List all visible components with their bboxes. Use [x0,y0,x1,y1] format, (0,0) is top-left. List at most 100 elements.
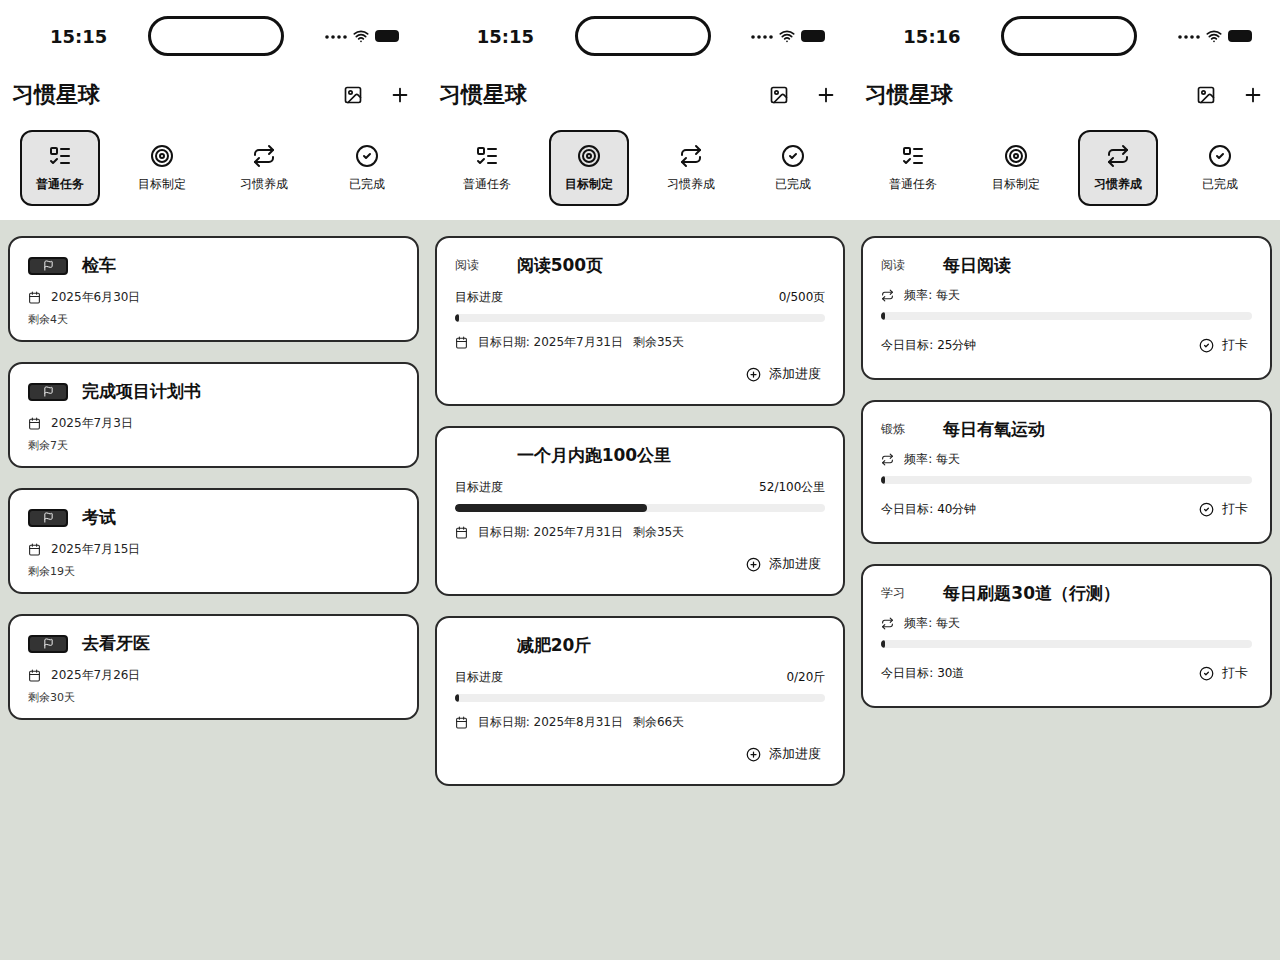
header-actions [769,84,837,106]
tab-icon [150,144,174,168]
tab[interactable]: 已完成 [753,130,833,206]
app-header: 习惯星球 [427,72,854,118]
tab[interactable]: 目标制定 [549,130,629,206]
goal-card[interactable]: 一个月内跑100公里目标进度52/100公里目标日期: 2025年7月31日剩余… [435,426,846,596]
goal-card[interactable]: 减肥20斤目标进度0/20斤目标日期: 2025年8月31日剩余66天添加进度 [435,616,846,786]
title-row: 学习每日刷题30道（行测） [881,582,1252,605]
remaining-days: 剩余35天 [633,334,684,351]
action-row: 添加进度 [455,743,826,765]
tab[interactable]: 已完成 [1180,130,1260,206]
top-area: 15:16习惯星球普通任务目标制定习惯养成已完成 [853,0,1280,220]
task-date: 2025年6月30日 [51,289,140,306]
progress-row: 目标进度0/500页 [455,289,826,306]
tab[interactable]: 习惯养成 [224,130,304,206]
check-in-button[interactable]: 打卡 [1195,662,1252,684]
image-button[interactable] [769,85,789,105]
app-header: 习惯星球 [0,72,427,118]
badge [28,509,68,527]
habit-target: 今日目标: 25分钟 [881,337,976,354]
tab-icon [1106,144,1130,168]
add-progress-button[interactable]: 添加进度 [742,743,825,765]
task-title: 检车 [82,254,116,277]
task-card[interactable]: 考试2025年7月15日剩余19天 [8,488,419,594]
habit-title: 每日阅读 [943,254,1011,277]
tab[interactable]: 习惯养成 [1078,130,1158,206]
progress-row: 目标进度0/20斤 [455,669,826,686]
plus-circle-icon [746,557,761,572]
tab-label: 目标制定 [565,176,613,193]
wifi-icon [779,28,795,44]
tab-icon [355,144,379,168]
remaining-days: 剩余66天 [633,714,684,731]
tab-label: 习惯养成 [240,176,288,193]
goal-card[interactable]: 阅读阅读500页目标进度0/500页目标日期: 2025年7月31日剩余35天添… [435,236,846,406]
habit-target: 今日目标: 30道 [881,665,964,682]
add-progress-button[interactable]: 添加进度 [742,553,825,575]
battery-icon [1228,30,1252,42]
tab[interactable]: 普通任务 [873,130,953,206]
add-button[interactable] [815,84,837,106]
tab[interactable]: 普通任务 [20,130,100,206]
progress-track [881,476,1252,484]
task-date: 2025年7月15日 [51,541,140,558]
plus-icon [815,84,837,106]
task-date: 2025年7月3日 [51,415,133,432]
title-row: 阅读每日阅读 [881,254,1252,277]
progress-label: 目标进度 [455,289,503,306]
add-button[interactable] [389,84,411,106]
tab-icon [781,144,805,168]
check-in-button[interactable]: 打卡 [1195,334,1252,356]
tab[interactable]: 目标制定 [975,130,1055,206]
habit-card[interactable]: 锻炼每日有氧运动频率: 每天今日目标: 40分钟打卡 [861,400,1272,544]
task-card[interactable]: 检车 2025年6月30日剩余4天 [8,236,419,342]
task-title: 考试 [82,506,116,529]
tab-label: 已完成 [775,176,811,193]
progress-fill [881,476,885,484]
app-title: 习惯星球 [865,80,953,110]
tab-icon [48,144,72,168]
tab[interactable]: 已完成 [326,130,406,206]
title-row: 一个月内跑100公里 [455,444,826,467]
image-button[interactable] [1196,85,1216,105]
task-title: 去看牙医 [82,632,150,655]
habit-card[interactable]: 学习每日刷题30道（行测）频率: 每天今日目标: 30道打卡 [861,564,1272,708]
plus-icon [1242,84,1264,106]
screenshot-collage: 15:15习惯星球普通任务目标制定习惯养成已完成检车2025年6月30日剩余4天… [0,0,1280,960]
battery-icon [375,30,399,42]
status-icons [1178,28,1252,44]
task-date: 2025年7月26日 [51,667,140,684]
date-row: 2025年7月26日 [28,667,399,684]
add-button[interactable] [1242,84,1264,106]
remaining-days: 剩余35天 [633,524,684,541]
action-row: 添加进度 [455,363,826,385]
image-button[interactable] [343,85,363,105]
title-row: 去看牙医 [28,632,399,655]
check-circle-icon [1199,666,1214,681]
phone-screen: 15:15习惯星球普通任务目标制定习惯养成已完成检车2025年6月30日剩余4天… [0,0,427,960]
remaining-days: 剩余4天 [28,312,399,327]
tab[interactable]: 习惯养成 [651,130,731,206]
tab[interactable]: 目标制定 [122,130,202,206]
progress-reading: 0/20斤 [786,669,825,686]
task-card[interactable]: 完成项目计划书2025年7月3日剩余7天 [8,362,419,468]
title-row: 检车 [28,254,399,277]
task-card[interactable]: 去看牙医 2025年7月26日剩余30天 [8,614,419,720]
dynamic-island [1001,16,1137,56]
progress-track [455,314,826,322]
tab-label: 习惯养成 [667,176,715,193]
header-actions [1196,84,1264,106]
habit-card[interactable]: 阅读每日阅读频率: 每天今日目标: 25分钟打卡 [861,236,1272,380]
tab-label: 目标制定 [138,176,186,193]
tab[interactable]: 普通任务 [447,130,527,206]
check-in-button[interactable]: 打卡 [1195,498,1252,520]
add-progress-button[interactable]: 添加进度 [742,363,825,385]
goal-tag: 阅读 [455,257,503,274]
dynamic-island [575,16,711,56]
tab-bar: 普通任务目标制定习惯养成已完成 [853,118,1280,206]
progress-row: 目标进度52/100公里 [455,479,826,496]
remaining-days: 剩余30天 [28,690,399,705]
signal-icon [1178,33,1200,39]
target-row: 今日目标: 40分钟打卡 [881,498,1252,520]
card-list: 阅读阅读500页目标进度0/500页目标日期: 2025年7月31日剩余35天添… [427,220,854,786]
remaining-days: 剩余7天 [28,438,399,453]
